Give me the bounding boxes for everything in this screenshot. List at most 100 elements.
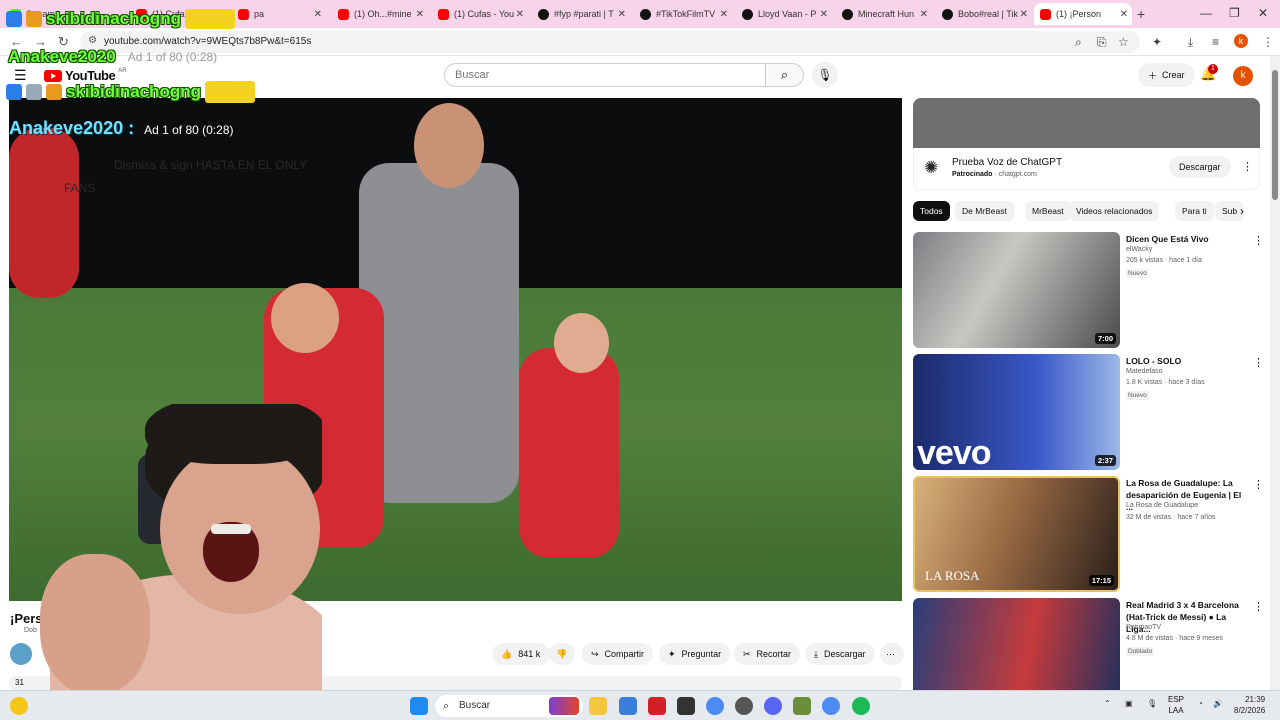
drop-icon (26, 84, 42, 100)
close-icon[interactable]: ✕ (720, 9, 728, 20)
close-icon[interactable]: ✕ (1020, 9, 1028, 20)
ad-download-button[interactable]: Descargar (1169, 156, 1231, 178)
minecraft-icon[interactable] (793, 697, 811, 715)
dislike-button[interactable]: 👎 (549, 643, 575, 665)
spotify-icon[interactable] (852, 697, 870, 715)
vevo-text: vevo (917, 434, 991, 470)
browser-tab[interactable]: pa ✕ (232, 3, 326, 25)
input-language[interactable]: ESP LAA (1168, 694, 1184, 716)
site-info-icon[interactable]: ⚙ (88, 35, 97, 46)
calculator-icon[interactable] (677, 697, 695, 715)
browser-tab[interactable]: #fyp #parati | T ✕ (532, 3, 630, 25)
steam-icon[interactable] (735, 697, 753, 715)
browser-profile-avatar[interactable]: k (1234, 34, 1248, 48)
recommendation-item[interactable]: LA ROSA 17:15 La Rosa de Guadalupe: La d… (913, 476, 1264, 592)
recommendation-title[interactable]: LOLO - SOLO (1126, 355, 1248, 367)
more-vert-icon[interactable]: ⋮ (1242, 160, 1253, 173)
recommendation-channel[interactable]: La Rosa de Guadalupe (1126, 502, 1198, 509)
chip-mrbeast[interactable]: MrBeast (1025, 201, 1071, 221)
sponsored-banner[interactable] (913, 98, 1260, 148)
chrome-icon[interactable] (822, 697, 840, 715)
video-thumbnail[interactable]: 7:00 (913, 232, 1120, 348)
like-button[interactable]: 👍 841 k (492, 643, 550, 665)
chip-all[interactable]: Todos (913, 201, 950, 221)
media-icon[interactable]: ≡ (1212, 35, 1219, 49)
video-thumbnail[interactable]: vevo 2:37 (913, 354, 1120, 470)
video-thumbnail[interactable] (913, 598, 1120, 690)
video-figure (9, 128, 79, 298)
chevron-up-icon[interactable]: ⌃ (1104, 699, 1111, 708)
wifi-icon[interactable]: ◔ (1198, 699, 1203, 708)
install-icon[interactable]: ⎘ (1097, 35, 1107, 50)
more-vert-icon[interactable]: ⋮ (1253, 356, 1264, 369)
chevron-right-icon[interactable]: › (1240, 204, 1244, 218)
file-explorer-icon[interactable] (589, 697, 607, 715)
recommendation-item[interactable]: Real Madrid 3 x 4 Barcelona (Hat-Trick d… (913, 598, 1263, 690)
recommendation-title[interactable]: Dicen Que Está Vivo (1126, 233, 1248, 245)
chrome-icon[interactable] (706, 697, 724, 715)
download-button[interactable]: ⤓ Descargar (805, 643, 875, 665)
browser-tab[interactable]: #TikTokFilmTV ✕ (634, 3, 732, 25)
scrollbar-thumb[interactable] (1272, 70, 1278, 200)
star-icon[interactable]: ☆ (1118, 35, 1129, 49)
download-icon[interactable]: ⤓ (1188, 35, 1193, 50)
close-icon[interactable]: ✕ (820, 9, 828, 20)
video-thumbnail[interactable]: LA ROSA 17:15 (913, 476, 1120, 592)
close-icon[interactable]: ✕ (416, 9, 424, 20)
menu-kebab-icon[interactable]: ⋮ (1262, 35, 1274, 49)
more-vert-icon[interactable]: ⋮ (1253, 234, 1264, 247)
browser-tab[interactable]: (1) Oh...#mine ✕ (332, 3, 428, 25)
close-icon[interactable]: ✕ (516, 9, 524, 20)
more-vert-icon[interactable]: ⋮ (1253, 478, 1264, 491)
browser-tab[interactable]: (1) Cufas - You ✕ (432, 3, 528, 25)
recommendation-channel[interactable]: Matedefaso (1126, 368, 1163, 375)
new-tab-icon[interactable]: + (1137, 6, 1145, 22)
url-text: youtube.com/watch?v=9WEQts7b8Pw&t=615s (104, 36, 312, 47)
close-icon[interactable]: ✕ (618, 9, 626, 20)
search-input[interactable] (444, 63, 766, 87)
recommendation-channel[interactable]: elWacky (1126, 246, 1152, 253)
chip-for-you[interactable]: Para ti (1175, 201, 1214, 221)
more-actions-button[interactable]: ⋯ (880, 643, 904, 665)
windows-start-icon[interactable] (410, 697, 428, 715)
zoom-icon[interactable]: ⌕ (1075, 35, 1082, 50)
clip-button[interactable]: ✂ Recortar (734, 643, 801, 665)
close-icon[interactable]: ✕ (314, 9, 322, 20)
discord-icon[interactable] (764, 697, 782, 715)
microphone-icon[interactable]: 🎙 (1147, 699, 1157, 708)
browser-tab[interactable]: Minecraft Hun ✕ (836, 3, 932, 25)
recommendation-item[interactable]: 7:00 Dicen Que Está Vivo elWacky 205 k v… (913, 232, 1264, 348)
omnibox[interactable]: ⚙ youtube.com/watch?v=9WEQts7b8Pw&t=615s (80, 31, 1140, 53)
browser-tab-active[interactable]: (1) ¡Person ✕ (1034, 3, 1132, 25)
extensions-icon[interactable]: ✦ (1152, 35, 1162, 49)
search-button[interactable]: ⌕ (766, 63, 804, 87)
share-button[interactable]: ↪ Compartir (582, 643, 654, 665)
taskbar-clock[interactable]: 21:39 8/2/2026 (1234, 694, 1265, 716)
ad-title[interactable]: Prueba Voz de ChatGPT (952, 157, 1062, 168)
close-icon[interactable]: ✕ (920, 9, 928, 20)
volume-icon[interactable]: 🔊 (1213, 699, 1223, 708)
app-icon[interactable] (648, 697, 666, 715)
chip-related[interactable]: Videos relacionados (1069, 201, 1160, 221)
country-code: AR (118, 68, 127, 74)
close-icon[interactable]: ✕ (1120, 9, 1128, 20)
chip-de-mrbeast[interactable]: De MrBeast (955, 201, 1014, 221)
recommendation-channel[interactable]: RptimaoTV (1126, 624, 1161, 631)
close-window-icon[interactable]: ✕ (1258, 6, 1268, 20)
ask-button[interactable]: ✦ Preguntar (659, 643, 731, 665)
create-button[interactable]: ＋ Crear (1138, 63, 1195, 87)
store-icon[interactable] (619, 697, 637, 715)
youtube-icon (1040, 8, 1051, 20)
maximize-icon[interactable]: ❐ (1229, 6, 1240, 20)
more-vert-icon[interactable]: ⋮ (1253, 600, 1263, 613)
ghost-caption: FANS (64, 181, 96, 195)
sponsored-card[interactable]: ✺ Prueba Voz de ChatGPT Patrocinado · ch… (913, 148, 1260, 190)
browser-tab[interactable]: Lloyd Vaan - P ✕ (736, 3, 832, 25)
minimize-icon[interactable]: — (1200, 6, 1212, 20)
recommendation-item[interactable]: vevo 2:37 LOLO - SOLO Matedefaso 1.8 K v… (913, 354, 1264, 470)
voice-search-button[interactable]: 🎙 (812, 62, 838, 88)
browser-tab[interactable]: Bobo#real | Tik ✕ (936, 3, 1032, 25)
account-avatar[interactable]: k (1233, 66, 1253, 86)
weather-moon-icon[interactable] (10, 697, 28, 715)
tray-app-icon[interactable]: ▣ (1125, 699, 1133, 708)
